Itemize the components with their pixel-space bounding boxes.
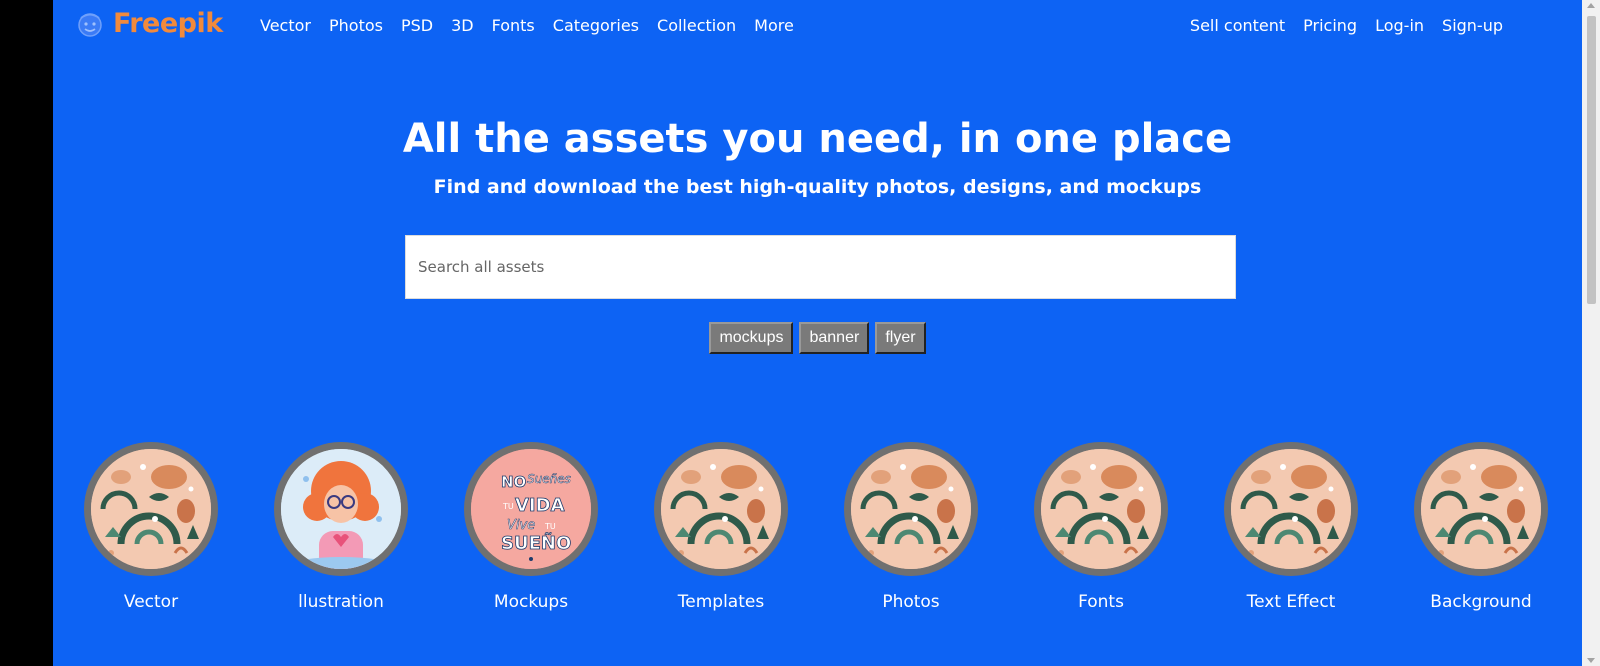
category-templates[interactable]: Templates [651,442,791,612]
page: Freepik Vector Photos PSD 3D Fonts Categ… [53,0,1582,666]
category-thumbnail [1414,442,1548,576]
category-thumbnail [1034,442,1168,576]
lettering-word: TU [544,522,556,531]
lettering-word: Sueñes [527,472,571,486]
lettering-word: TU [502,502,514,511]
main-nav: Vector Photos PSD 3D Fonts Categories Co… [260,16,794,35]
category-mockups[interactable]: NO Sueñes TU VIDA Vive TU SUEÑO Mockups [461,442,601,612]
category-thumbnail [844,442,978,576]
category-illustration[interactable]: llustration [271,442,411,612]
category-fonts[interactable]: Fonts [1031,442,1171,612]
boho-pattern-image [91,449,211,569]
freepik-logo[interactable]: Freepik [73,8,223,39]
category-label: Text Effect [1246,592,1336,612]
scroll-up-arrow-icon[interactable] [1587,3,1595,8]
freepik-logo-icon [78,12,102,37]
category-thumbnail: NO Sueñes TU VIDA Vive TU SUEÑO [464,442,598,576]
popular-tags: mockups banner flyer [53,322,1582,354]
girl-illustration-image [281,449,401,569]
boho-pattern-image [851,449,971,569]
category-list: Vector llustration NO Sueñes TU VIDA Viv… [81,442,1551,612]
vertical-scrollbar[interactable] [1582,0,1600,666]
boho-pattern-image [1421,449,1541,569]
nav-categories[interactable]: Categories [553,16,639,35]
category-label: Templates [677,592,765,612]
category-background[interactable]: Background [1411,442,1551,612]
category-label: Photos [882,592,940,612]
tag-flyer[interactable]: flyer [875,322,926,354]
category-text-effect[interactable]: Text Effect [1221,442,1361,612]
lettering-word: Vive [507,518,535,533]
nav-more[interactable]: More [754,16,794,35]
nav-collection[interactable]: Collection [657,16,736,35]
boho-pattern-image [1041,449,1161,569]
nav-fonts[interactable]: Fonts [492,16,535,35]
category-thumbnail [1224,442,1358,576]
signup-link[interactable]: Sign-up [1442,16,1503,35]
boho-pattern-image [661,449,781,569]
logo-text: Freepik [113,8,223,39]
hero-subtitle: Find and download the best high-quality … [433,176,1202,198]
nav-psd[interactable]: PSD [401,16,433,35]
category-label: Background [1430,592,1532,612]
tag-mockups[interactable]: mockups [709,322,794,354]
category-thumbnail [274,442,408,576]
lettering-word: NO [501,473,526,491]
category-label: llustration [298,592,384,612]
scroll-down-arrow-icon[interactable] [1587,658,1595,663]
category-thumbnail [84,442,218,576]
lettering-poster-image: NO Sueñes TU VIDA Vive TU SUEÑO [471,449,591,569]
nav-photos[interactable]: Photos [329,16,383,35]
pricing-link[interactable]: Pricing [1303,16,1357,35]
category-photos[interactable]: Photos [841,442,981,612]
lettering-word: VIDA [515,495,565,516]
search-input[interactable] [406,236,1235,298]
nav-vector[interactable]: Vector [260,16,311,35]
category-vector[interactable]: Vector [81,442,221,612]
lettering-word: SUEÑO [501,531,571,554]
hero-title: All the assets you need, in one place [402,116,1233,162]
left-gutter [0,0,53,666]
scroll-thumb[interactable] [1587,16,1596,304]
search-box [405,235,1236,299]
category-label: Fonts [1078,592,1124,612]
nav-3d[interactable]: 3D [451,16,474,35]
sell-content-link[interactable]: Sell content [1190,16,1285,35]
category-label: Mockups [493,592,569,612]
category-thumbnail [654,442,788,576]
tag-banner[interactable]: banner [799,322,870,354]
login-link[interactable]: Log-in [1375,16,1424,35]
boho-pattern-image [1231,449,1351,569]
account-nav: Sell content Pricing Log-in Sign-up [1190,16,1503,35]
category-label: Vector [123,592,179,612]
